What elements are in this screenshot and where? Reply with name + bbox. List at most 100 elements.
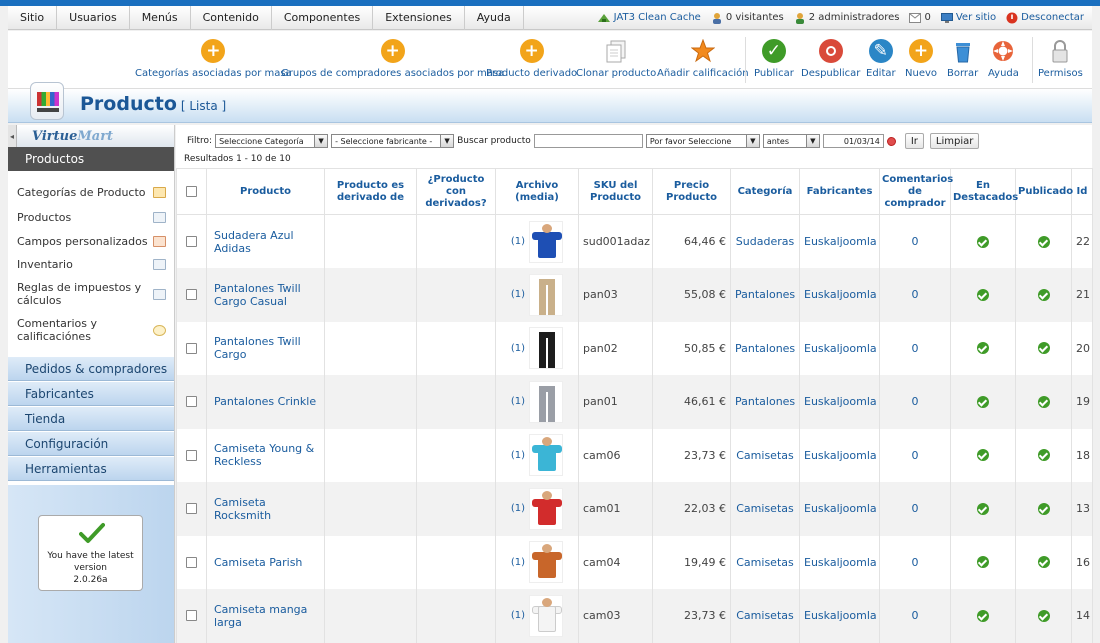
menu-menus[interactable]: Menús [130, 5, 191, 30]
reviews-link[interactable]: 0 [879, 214, 951, 268]
reviews-link[interactable]: 0 [879, 535, 951, 589]
header-comentarios[interactable]: Comentarios de comprador [879, 168, 953, 215]
date-input[interactable]: 01/03/14 [822, 134, 884, 148]
child-product-button[interactable]: + Producto derivado [486, 39, 577, 79]
unpublish-button[interactable]: Despublicar [801, 39, 860, 79]
header-destacados[interactable]: En Destacados [950, 168, 1018, 215]
before-after-select[interactable]: antes ▼ [762, 134, 820, 148]
row-checkbox[interactable] [186, 342, 197, 354]
reviews-link[interactable]: 0 [879, 482, 951, 536]
date-filter-select[interactable]: Por favor Seleccione ▼ [645, 134, 760, 148]
header-precio[interactable]: Precio Producto [652, 168, 731, 215]
manufacturer-link[interactable]: Euskaljoomla [799, 268, 880, 322]
sidebar-section-tienda[interactable]: Tienda [8, 406, 174, 431]
category-link[interactable]: Pantalones [730, 375, 800, 429]
media-count[interactable]: (1) [511, 236, 525, 247]
product-thumbnail[interactable] [529, 327, 564, 370]
messages-count[interactable]: 0 [909, 12, 931, 23]
row-checkbox[interactable] [186, 396, 197, 408]
featured-check-icon[interactable] [977, 235, 989, 248]
sidebar-section-configuracion[interactable]: Configuración [8, 431, 174, 456]
select-all-checkbox[interactable] [186, 186, 197, 197]
published-check-icon[interactable] [1037, 395, 1050, 408]
add-rating-button[interactable]: Añadir calificación [657, 39, 749, 79]
sidebar-section-herramientas[interactable]: Herramientas [8, 456, 174, 481]
product-link[interactable]: Pantalones Twill Cargo [211, 335, 320, 361]
featured-check-icon[interactable] [977, 395, 989, 408]
manufacturer-select[interactable]: - Seleccione fabricante - ▼ [331, 134, 455, 148]
sidebar-item-inventario[interactable]: Inventario [8, 253, 174, 276]
reviews-link[interactable]: 0 [879, 428, 951, 482]
published-check-icon[interactable] [1037, 502, 1050, 515]
new-button[interactable]: + Nuevo [905, 39, 937, 79]
published-check-icon[interactable] [1037, 449, 1050, 462]
product-link[interactable]: Pantalones Twill Cargo Casual [211, 282, 320, 308]
menu-contenido[interactable]: Contenido [191, 5, 272, 30]
product-thumbnail[interactable] [529, 434, 564, 477]
category-link[interactable]: Camisetas [730, 428, 800, 482]
product-link[interactable]: Sudadera Azul Adidas [211, 229, 320, 255]
category-select[interactable]: Seleccione Categoría ▼ [215, 134, 329, 148]
header-publicado[interactable]: Publicado [1015, 168, 1073, 215]
clean-cache-link[interactable]: JAT3 Clean Cache [597, 12, 701, 24]
manufacturer-link[interactable]: Euskaljoomla [799, 375, 880, 429]
menu-componentes[interactable]: Componentes [272, 5, 374, 30]
mass-shoppergroup-button[interactable]: + Grupos de compradores asociados por ma… [281, 39, 504, 79]
featured-check-icon[interactable] [977, 609, 989, 622]
category-link[interactable]: Camisetas [730, 482, 800, 536]
media-count[interactable]: (1) [511, 289, 525, 300]
published-check-icon[interactable] [1037, 235, 1050, 248]
media-count[interactable]: (1) [511, 450, 525, 461]
clear-button[interactable]: Limpiar [929, 133, 980, 149]
product-link[interactable]: Camiseta Parish [211, 556, 320, 569]
reviews-link[interactable]: 0 [879, 375, 951, 429]
product-thumbnail[interactable] [529, 594, 564, 637]
published-check-icon[interactable] [1037, 609, 1050, 622]
menu-ayuda[interactable]: Ayuda [465, 5, 524, 30]
category-link[interactable]: Pantalones [730, 268, 800, 322]
header-producto[interactable]: Producto [206, 168, 325, 215]
search-input[interactable] [533, 134, 643, 148]
manufacturer-link[interactable]: Euskaljoomla [799, 535, 880, 589]
reviews-link[interactable]: 0 [879, 268, 951, 322]
row-checkbox[interactable] [186, 449, 197, 461]
product-thumbnail[interactable] [529, 273, 564, 316]
media-count[interactable]: (1) [511, 343, 525, 354]
media-count[interactable]: (1) [511, 503, 525, 514]
manufacturer-link[interactable]: Euskaljoomla [799, 482, 880, 536]
sidebar-item-productos[interactable]: Productos [8, 205, 174, 229]
manufacturer-link[interactable]: Euskaljoomla [799, 321, 880, 375]
clone-product-button[interactable]: Clonar producto [576, 39, 656, 79]
manufacturer-link[interactable]: Euskaljoomla [799, 589, 880, 643]
featured-check-icon[interactable] [977, 342, 989, 355]
sidebar-item-categorias[interactable]: Categorías de Producto [8, 180, 174, 205]
mass-category-button[interactable]: + Categorías asociadas por masa [135, 39, 292, 79]
header-sku[interactable]: SKU del Producto [578, 168, 653, 215]
help-button[interactable]: Ayuda [988, 39, 1019, 79]
row-checkbox[interactable] [186, 556, 197, 568]
header-con-derivados[interactable]: ¿Producto con derivados? [416, 168, 496, 215]
header-derivado[interactable]: Producto es derivado de [324, 168, 417, 215]
category-link[interactable]: Sudaderas [730, 214, 800, 268]
product-link[interactable]: Camiseta manga larga [211, 603, 320, 629]
featured-check-icon[interactable] [977, 288, 989, 301]
sidebar-section-fabricantes[interactable]: Fabricantes [8, 381, 174, 406]
category-link[interactable]: Pantalones [730, 321, 800, 375]
row-checkbox[interactable] [186, 503, 197, 515]
category-link[interactable]: Camisetas [730, 535, 800, 589]
header-media[interactable]: Archivo (media) [495, 168, 579, 215]
header-fabricantes[interactable]: Fabricantes [799, 168, 880, 215]
media-count[interactable]: (1) [511, 610, 525, 621]
delete-button[interactable]: Borrar [947, 39, 978, 79]
media-count[interactable]: (1) [511, 396, 525, 407]
product-thumbnail[interactable] [529, 380, 564, 423]
product-link[interactable]: Camiseta Young & Reckless [211, 442, 320, 468]
product-thumbnail[interactable] [529, 487, 564, 530]
published-check-icon[interactable] [1037, 288, 1050, 301]
row-checkbox[interactable] [186, 610, 197, 622]
manufacturer-link[interactable]: Euskaljoomla [799, 214, 880, 268]
edit-button[interactable]: ✎ Editar [866, 39, 896, 79]
row-checkbox[interactable] [186, 236, 197, 247]
product-link[interactable]: Pantalones Crinkle [211, 395, 320, 408]
featured-check-icon[interactable] [977, 502, 989, 515]
